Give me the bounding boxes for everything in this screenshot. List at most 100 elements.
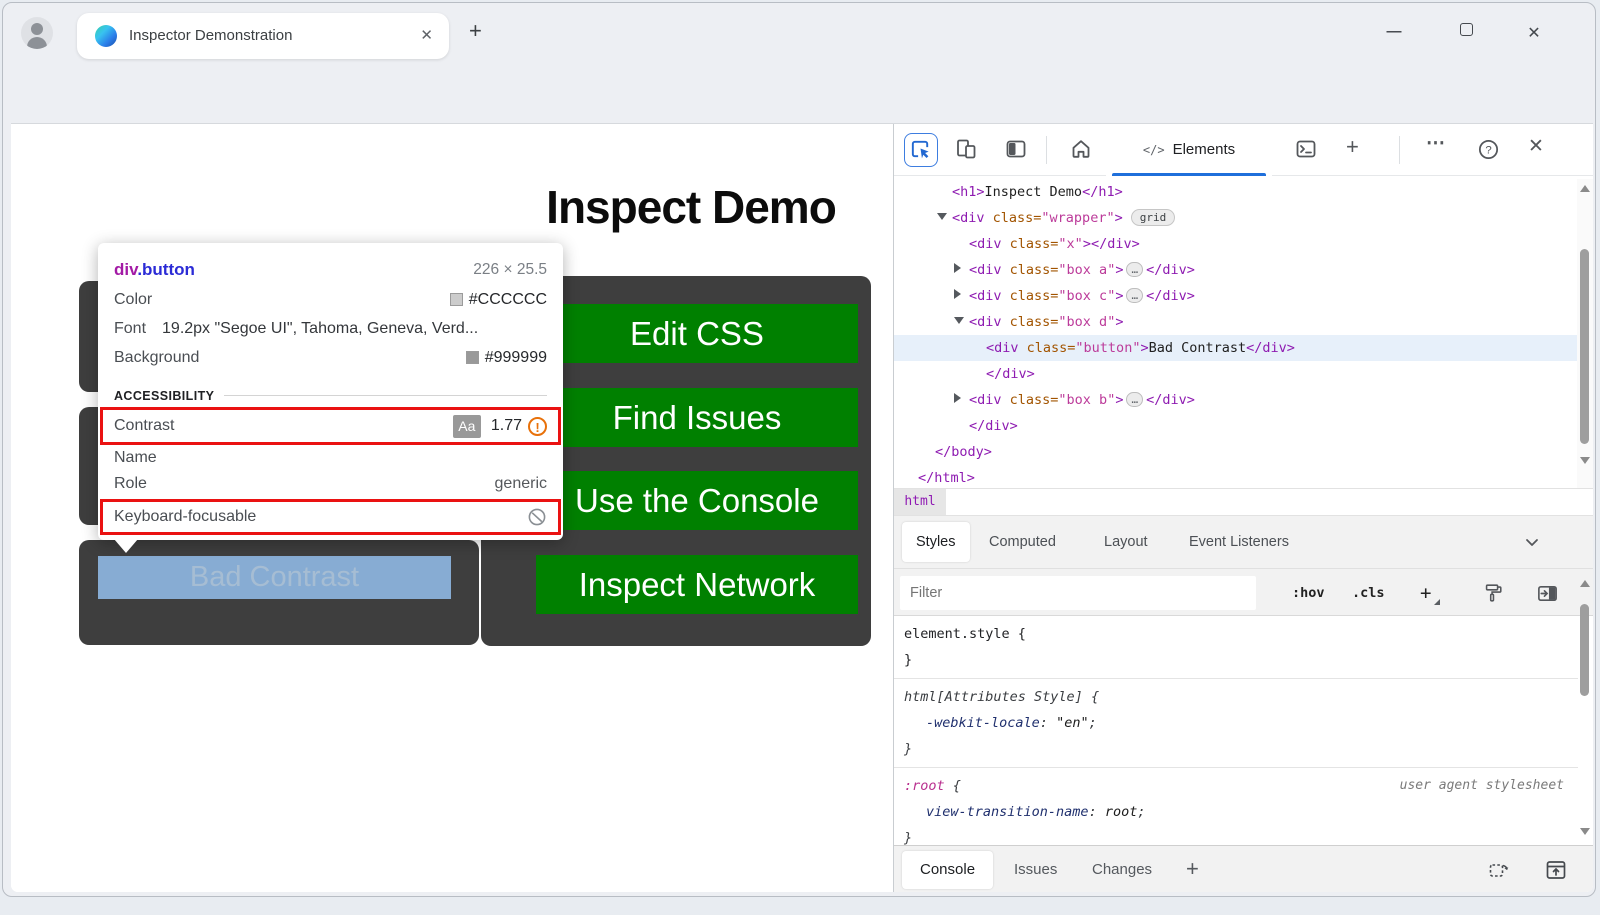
new-style-rule-button[interactable]: + [1420,569,1431,617]
expand-arrow-down-icon[interactable] [954,317,964,324]
css-selector: html[Attributes Style] [904,689,1083,705]
inspect-tooltip: div.button 226 × 25.5 Color #CCCCCC Font… [98,243,563,540]
scroll-up-icon[interactable] [1580,185,1590,192]
devtools-help-button[interactable]: ? [1476,137,1502,163]
demo-button[interactable]: Inspect Network [536,555,858,614]
sidebar-tab-event-listeners[interactable]: Event Listeners [1189,516,1289,568]
breadcrumb-html[interactable]: html [894,489,946,515]
filter-input[interactable] [900,576,1256,610]
restore-layout-icon [1487,858,1511,882]
element-classes-button[interactable]: .cls [1352,569,1385,617]
dom-tree: <h1>Inspect Demo</h1><div class="wrapper… [894,176,1578,488]
elements-scrollbar[interactable] [1577,179,1593,488]
dom-tree-node[interactable]: <div class="box b">…</div> [894,387,1578,413]
tab-close-icon[interactable]: ✕ [420,26,433,44]
accessibility-section-header: ACCESSIBILITY [114,385,547,406]
dom-tree-node[interactable]: <h1>Inspect Demo</h1> [894,179,1578,205]
bad-contrast-button[interactable]: Bad Contrast [98,556,451,599]
inspect-element-button[interactable] [904,133,938,167]
styles-pane: element.style {}html[Attributes Style] {… [894,616,1578,845]
console-panel-button[interactable] [1294,137,1320,163]
devtools-home-button[interactable] [1069,137,1095,163]
drawer-dock-button[interactable] [1487,858,1511,882]
sidebar-expand-button[interactable] [1536,582,1558,604]
demo-button[interactable]: Use the Console [536,471,858,530]
dom-tree-node[interactable]: </div> [894,413,1578,439]
css-property[interactable]: view-transition-name: root; [904,799,1568,825]
color-swatch [450,293,463,306]
tooltip-color-row: Color #CCCCCC [114,285,547,314]
browser-tab[interactable]: Inspector Demonstration ✕ [77,13,449,59]
tooltip-background-row: Background #999999 [114,343,547,372]
scrollbar-thumb[interactable] [1580,249,1589,444]
dom-tree-node[interactable]: </div> [894,361,1578,387]
devtools-panel: </>Elements + ⋯ ? ✕ <h1>Inspect Demo</h1… [893,124,1593,892]
tab-elements[interactable]: </>Elements [1106,124,1272,176]
home-icon [1069,137,1093,161]
pseudo-state-button[interactable]: :hov [1292,569,1325,617]
dom-tree-node[interactable]: <div class="box c">…</div> [894,283,1578,309]
chevron-down-icon[interactable] [1522,532,1542,552]
collapsed-ellipsis-icon[interactable]: … [1126,288,1143,303]
console-icon [1294,137,1318,161]
styles-scrollbar[interactable] [1577,570,1593,845]
css-rule[interactable]: html[Attributes Style] {-webkit-locale: … [894,679,1578,768]
dom-tree-node[interactable]: <div class="box a">…</div> [894,257,1578,283]
scrollbar-thumb[interactable] [1580,604,1589,696]
contrast-warning-icon: ! [528,417,547,436]
tab-title: Inspector Demonstration [129,27,292,44]
dom-tree-node[interactable]: <div class="box d"> [894,309,1578,335]
sidebar-tab-layout[interactable]: Layout [1104,516,1148,568]
browser-window: Inspector Demonstration ✕ + — ✕ https://… [2,2,1596,897]
dom-tree-node[interactable]: <div class="x"></div> [894,231,1578,257]
scroll-up-icon[interactable] [1580,580,1590,587]
device-emulation-button[interactable] [954,137,980,163]
computed-styles-button[interactable] [1482,582,1504,604]
demo-button[interactable]: Find Issues [536,388,858,447]
dom-tree-node[interactable]: <div class="button">Bad Contrast</div> [894,335,1578,361]
css-selector: :root [904,778,945,794]
css-rule[interactable]: element.style {} [894,616,1578,679]
drawer-tab-changes[interactable]: Changes [1092,846,1152,892]
styles-toolbar: :hov .cls + [894,568,1593,616]
window-minimize-button[interactable]: — [1379,23,1409,40]
devtools-toolbar: </>Elements + ⋯ ? ✕ [894,124,1593,176]
sidebar-tab-styles[interactable]: Styles [902,522,970,562]
tab-strip: Inspector Demonstration ✕ + — ✕ [3,3,1595,61]
devtools-more-button[interactable]: ⋯ [1426,132,1452,158]
devtools-close-button[interactable]: ✕ [1528,135,1554,161]
drawer-more-tools-button[interactable]: + [1186,846,1199,892]
profile-avatar[interactable] [21,17,53,49]
expand-arrow-down-icon[interactable] [937,213,947,220]
more-tabs-button[interactable]: + [1346,134,1372,160]
scroll-down-icon[interactable] [1580,457,1590,464]
drawer-expand-button[interactable] [1544,858,1568,882]
window-maximize-button[interactable] [1451,23,1481,40]
sidebar-tabs: Styles Computed Layout Event Listeners [894,516,1593,568]
demo-button[interactable]: Edit CSS [536,304,858,363]
dock-side-button[interactable] [1004,137,1030,163]
expand-arrow-right-icon[interactable] [954,263,961,273]
sidebar-tab-computed[interactable]: Computed [989,516,1056,568]
scroll-down-icon[interactable] [1580,828,1590,835]
drawer-tab-issues[interactable]: Issues [1014,846,1057,892]
new-tab-button[interactable]: + [469,18,482,44]
dom-tree-node[interactable]: </html> [894,465,1578,488]
tooltip-contrast-row: Contrast Aa 1.77 ! [114,406,547,446]
background-swatch [466,351,479,364]
css-property[interactable]: -webkit-locale: "en"; [904,710,1568,736]
code-glyph-icon: </> [1143,143,1165,157]
dom-tree-node[interactable]: </body> [894,439,1578,465]
collapsed-ellipsis-icon[interactable]: … [1126,392,1143,407]
grid-badge[interactable]: grid [1131,209,1176,226]
window-close-button[interactable]: ✕ [1519,23,1549,43]
expand-arrow-right-icon[interactable] [954,289,961,299]
expand-arrow-right-icon[interactable] [954,393,961,403]
css-selector: element.style [904,626,1010,642]
paint-format-icon [1482,582,1504,604]
css-rule[interactable]: :root {user agent stylesheetview-transit… [894,768,1578,845]
dom-tree-node[interactable]: <div class="wrapper">grid [894,205,1578,231]
tooltip-selector: div.button [114,260,195,280]
collapsed-ellipsis-icon[interactable]: … [1126,262,1143,277]
drawer-tab-console[interactable]: Console [902,851,993,889]
